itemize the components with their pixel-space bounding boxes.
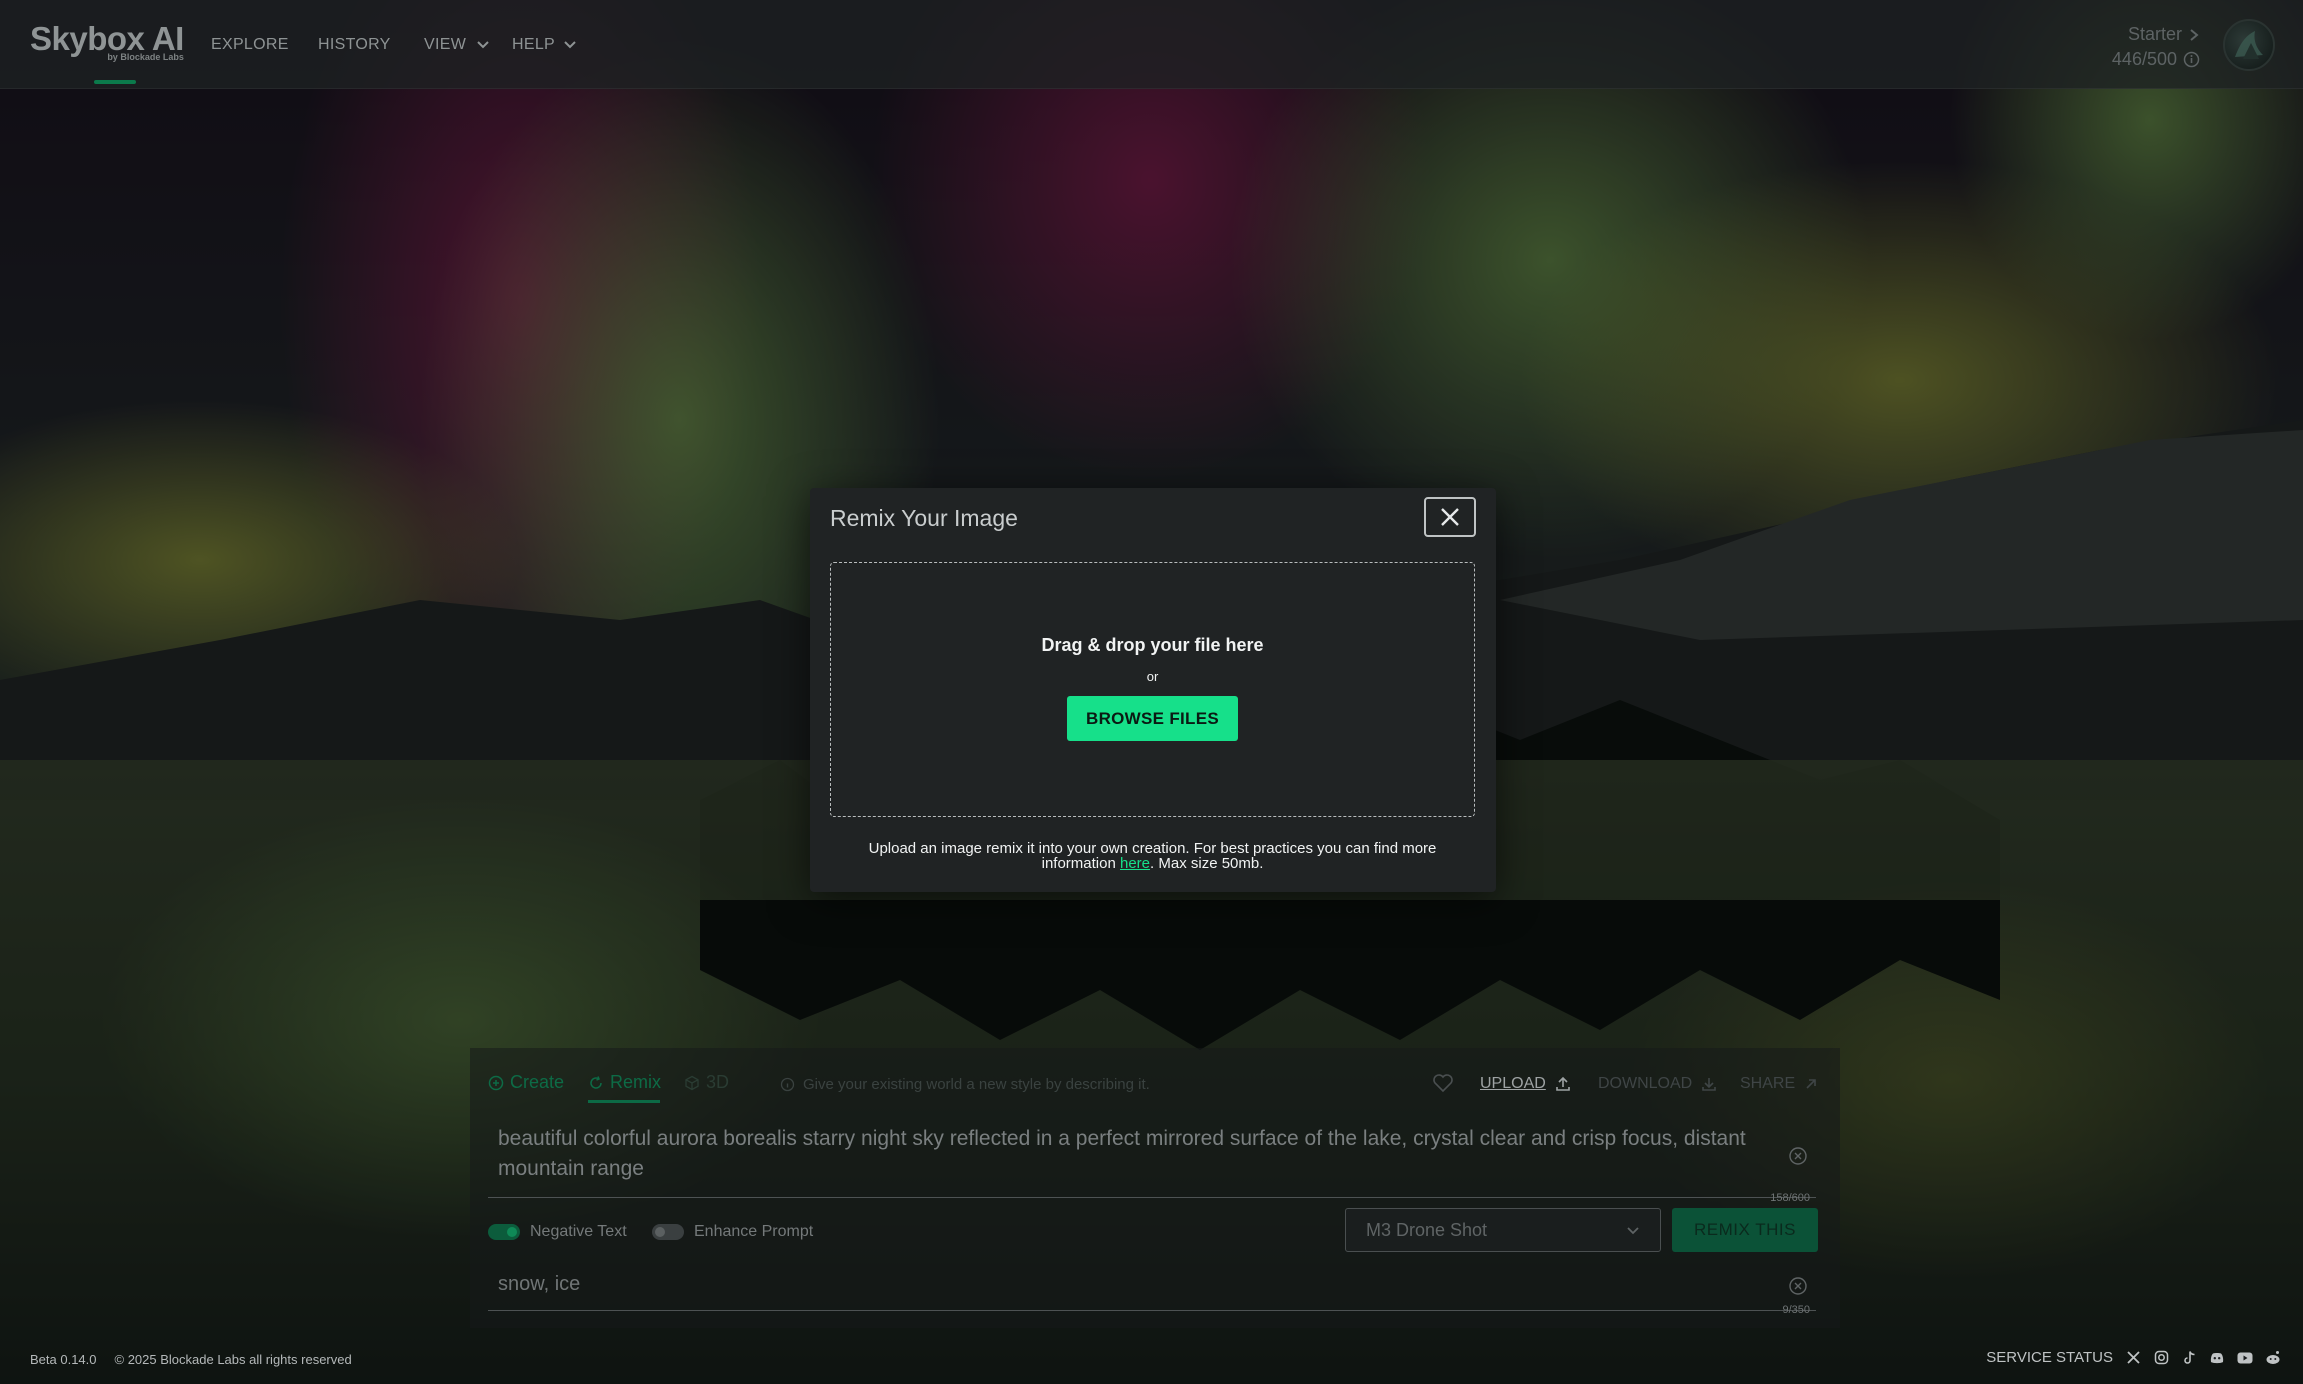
tiktok-icon[interactable]	[2181, 1350, 2197, 1366]
plan-name: Starter	[2127, 24, 2182, 44]
reddit-icon[interactable]	[2265, 1350, 2281, 1366]
modal-close-button[interactable]	[1424, 497, 1476, 537]
avatar-image	[2235, 31, 2263, 59]
logo-byline: by Blockade Labs	[107, 52, 184, 62]
tab-create[interactable]: Create	[488, 1072, 564, 1093]
negative-text-toggle[interactable]: Negative Text	[488, 1223, 627, 1241]
style-select-value: M3 Drone Shot	[1366, 1219, 1488, 1240]
negative-text-label: Negative Text	[530, 1223, 627, 1240]
style-select[interactable]: M3 Drone Shot	[1345, 1208, 1661, 1252]
chevron-down-icon	[1627, 1227, 1639, 1235]
heart-icon[interactable]	[1432, 1073, 1454, 1093]
nav-explore[interactable]: EXPLORE	[211, 36, 289, 54]
best-practices-link[interactable]: here	[1120, 855, 1150, 872]
cube-icon	[685, 1075, 699, 1090]
nav-history[interactable]: HISTORY	[318, 36, 391, 54]
tab-hint-text: Give your existing world a new style by …	[803, 1076, 1150, 1093]
remix-this-button[interactable]: REMIX THIS	[1672, 1208, 1818, 1252]
toggle-switch-on	[488, 1224, 520, 1240]
tab-remix-label: Remix	[610, 1072, 662, 1092]
upload-info: Upload an image remix it into your own c…	[830, 841, 1475, 871]
logo-underline	[94, 80, 136, 84]
chevron-right-icon	[2190, 28, 2199, 41]
or-separator: or	[1146, 669, 1159, 684]
tab-3d-label: 3D	[706, 1072, 730, 1092]
drop-instruction: Drag & drop your file here	[1041, 635, 1264, 655]
share-icon	[1806, 1079, 1816, 1089]
share-button[interactable]: SHARE	[1740, 1075, 1819, 1093]
instagram-icon[interactable]	[2153, 1350, 2169, 1366]
nav-help[interactable]: HELP	[512, 36, 555, 54]
browse-files-button[interactable]: BROWSE FILES	[1067, 696, 1238, 741]
youtube-icon[interactable]	[2237, 1350, 2253, 1366]
prompt-input[interactable]: beautiful colorful aurora borealis starr…	[498, 1124, 1778, 1184]
chevron-down-icon[interactable]	[476, 37, 490, 51]
upload-info-suffix: . Max size 50mb.	[1150, 855, 1264, 872]
download-icon	[1702, 1078, 1717, 1091]
upload-button[interactable]: UPLOAD	[1480, 1075, 1572, 1093]
prompt-panel: Create Remix 3D Give your existing world…	[470, 1048, 1840, 1328]
download-label: DOWNLOAD	[1598, 1075, 1693, 1092]
info-icon[interactable]	[2183, 51, 2200, 68]
negative-char-counter: 9/350	[1782, 1304, 1810, 1316]
copyright-label: © 2025 Blockade Labs all rights reserved	[114, 1352, 352, 1367]
modal-title: Remix Your Image	[830, 505, 1018, 531]
account-plan[interactable]: Starter 446/500	[2112, 22, 2200, 72]
enhance-prompt-label: Enhance Prompt	[694, 1223, 814, 1240]
top-navigation: Skybox AI by Blockade Labs EXPLORE HISTO…	[0, 0, 2303, 89]
tab-3d[interactable]: 3D	[684, 1072, 729, 1093]
enhance-prompt-toggle[interactable]: Enhance Prompt	[652, 1223, 813, 1241]
negative-underline	[488, 1310, 1816, 1311]
prompt-char-counter: 158/600	[1770, 1192, 1810, 1204]
active-tab-indicator	[588, 1100, 660, 1103]
nav-view[interactable]: VIEW	[424, 36, 466, 54]
footer-right: SERVICE STATUS	[1986, 1349, 2281, 1366]
discord-icon[interactable]	[2209, 1350, 2225, 1366]
prompt-underline	[488, 1197, 1816, 1198]
version-label: Beta 0.14.0	[30, 1352, 97, 1367]
chevron-down-icon[interactable]	[563, 37, 577, 51]
clear-prompt-icon[interactable]	[1788, 1146, 1808, 1166]
clear-negative-icon[interactable]	[1788, 1276, 1808, 1296]
toggle-switch-off	[652, 1224, 684, 1240]
share-label: SHARE	[1740, 1075, 1796, 1092]
skybox-logo[interactable]: Skybox AI by Blockade Labs	[30, 20, 184, 84]
close-icon	[1441, 508, 1459, 526]
x-icon[interactable]	[2125, 1350, 2141, 1366]
refresh-icon	[590, 1075, 602, 1089]
service-status-link[interactable]: SERVICE STATUS	[1986, 1349, 2113, 1366]
plus-circle-icon	[488, 1075, 504, 1090]
upload-icon	[1555, 1076, 1570, 1091]
tab-create-label: Create	[510, 1072, 565, 1092]
file-drop-zone[interactable]: Drag & drop your file here or BROWSE FIL…	[830, 562, 1475, 817]
remix-upload-modal: Remix Your Image Drag & drop your file h…	[810, 488, 1496, 892]
upload-label: UPLOAD	[1480, 1075, 1546, 1092]
download-button[interactable]: DOWNLOAD	[1598, 1075, 1718, 1093]
credits-count: 446/500	[2111, 49, 2177, 69]
tab-remix[interactable]: Remix	[588, 1072, 661, 1093]
user-avatar[interactable]	[2223, 19, 2275, 71]
info-icon	[780, 1077, 795, 1092]
tab-hint: Give your existing world a new style by …	[780, 1076, 1150, 1093]
footer-left: Beta 0.14.0 © 2025 Blockade Labs all rig…	[30, 1352, 352, 1367]
negative-text-input[interactable]: snow, ice	[498, 1273, 580, 1296]
